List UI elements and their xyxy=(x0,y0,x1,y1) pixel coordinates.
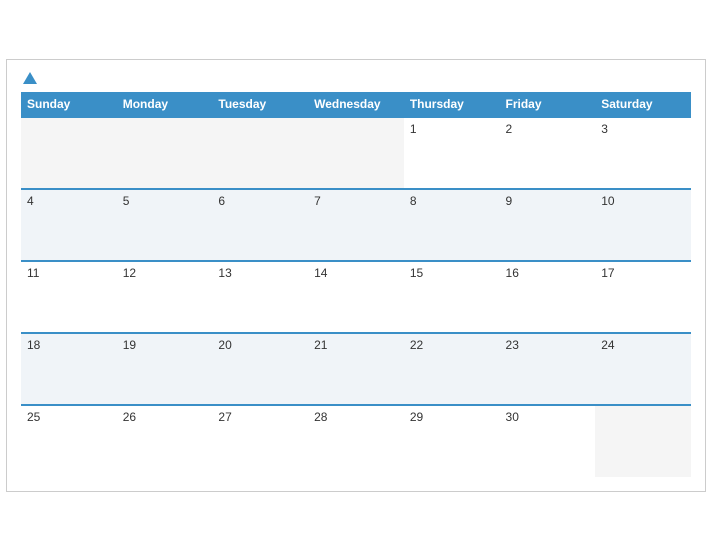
day-number: 29 xyxy=(410,410,423,424)
calendar-cell: 8 xyxy=(404,189,500,261)
calendar-wrapper: SundayMondayTuesdayWednesdayThursdayFrid… xyxy=(6,59,706,492)
weekday-header-sunday: Sunday xyxy=(21,92,117,117)
day-number: 20 xyxy=(218,338,231,352)
day-number: 15 xyxy=(410,266,423,280)
calendar-cell: 18 xyxy=(21,333,117,405)
calendar-cell: 13 xyxy=(212,261,308,333)
day-number: 11 xyxy=(27,266,39,280)
weekday-header-tuesday: Tuesday xyxy=(212,92,308,117)
day-number: 28 xyxy=(314,410,327,424)
calendar-cell: 7 xyxy=(308,189,404,261)
day-number: 8 xyxy=(410,194,417,208)
day-number: 4 xyxy=(27,194,34,208)
calendar-cell: 14 xyxy=(308,261,404,333)
calendar-cell xyxy=(212,117,308,189)
day-number: 7 xyxy=(314,194,321,208)
calendar-week-row: 11 12 13 14 15 16 17 xyxy=(21,261,691,333)
calendar-cell xyxy=(595,405,691,477)
calendar-table: SundayMondayTuesdayWednesdayThursdayFrid… xyxy=(21,92,691,477)
day-number: 18 xyxy=(27,338,40,352)
day-number: 22 xyxy=(410,338,423,352)
weekday-header-monday: Monday xyxy=(117,92,213,117)
calendar-cell: 10 xyxy=(595,189,691,261)
calendar-cell: 17 xyxy=(595,261,691,333)
calendar-cell: 3 xyxy=(595,117,691,189)
day-number: 1 xyxy=(410,122,417,136)
day-number: 2 xyxy=(506,122,513,136)
day-number: 6 xyxy=(218,194,225,208)
day-number: 27 xyxy=(218,410,231,424)
day-number: 19 xyxy=(123,338,136,352)
calendar-cell: 23 xyxy=(500,333,596,405)
calendar-cell: 21 xyxy=(308,333,404,405)
day-number: 24 xyxy=(601,338,614,352)
calendar-cell: 20 xyxy=(212,333,308,405)
day-number: 30 xyxy=(506,410,519,424)
logo-triangle-icon xyxy=(23,72,37,84)
calendar-cell: 30 xyxy=(500,405,596,477)
calendar-cell: 6 xyxy=(212,189,308,261)
day-number: 13 xyxy=(218,266,231,280)
calendar-cell: 15 xyxy=(404,261,500,333)
calendar-week-row: 18 19 20 21 22 23 24 xyxy=(21,333,691,405)
calendar-week-row: 4 5 6 7 8 9 10 xyxy=(21,189,691,261)
day-number: 12 xyxy=(123,266,136,280)
day-number: 14 xyxy=(314,266,327,280)
calendar-cell: 26 xyxy=(117,405,213,477)
day-number: 25 xyxy=(27,410,40,424)
calendar-cell: 27 xyxy=(212,405,308,477)
calendar-cell: 5 xyxy=(117,189,213,261)
calendar-cell: 22 xyxy=(404,333,500,405)
calendar-cell xyxy=(308,117,404,189)
calendar-cell: 29 xyxy=(404,405,500,477)
calendar-cell: 16 xyxy=(500,261,596,333)
logo xyxy=(21,72,37,84)
calendar-cell: 24 xyxy=(595,333,691,405)
weekday-header-friday: Friday xyxy=(500,92,596,117)
day-number: 23 xyxy=(506,338,519,352)
calendar-cell: 1 xyxy=(404,117,500,189)
day-number: 5 xyxy=(123,194,130,208)
day-number: 17 xyxy=(601,266,614,280)
day-number: 26 xyxy=(123,410,136,424)
calendar-cell: 9 xyxy=(500,189,596,261)
calendar-cell xyxy=(21,117,117,189)
weekday-header-saturday: Saturday xyxy=(595,92,691,117)
day-number: 9 xyxy=(506,194,513,208)
calendar-cell: 11 xyxy=(21,261,117,333)
weekday-header-thursday: Thursday xyxy=(404,92,500,117)
calendar-cell xyxy=(117,117,213,189)
calendar-cell: 4 xyxy=(21,189,117,261)
calendar-cell: 25 xyxy=(21,405,117,477)
calendar-cell: 12 xyxy=(117,261,213,333)
day-number: 10 xyxy=(601,194,614,208)
calendar-week-row: 25 26 27 28 29 30 xyxy=(21,405,691,477)
calendar-cell: 19 xyxy=(117,333,213,405)
calendar-header xyxy=(21,72,691,84)
calendar-cell: 28 xyxy=(308,405,404,477)
weekday-header-wednesday: Wednesday xyxy=(308,92,404,117)
calendar-week-row: 1 2 3 xyxy=(21,117,691,189)
day-number: 16 xyxy=(506,266,519,280)
day-number: 3 xyxy=(601,122,608,136)
calendar-cell: 2 xyxy=(500,117,596,189)
day-number: 21 xyxy=(314,338,327,352)
weekday-header-row: SundayMondayTuesdayWednesdayThursdayFrid… xyxy=(21,92,691,117)
